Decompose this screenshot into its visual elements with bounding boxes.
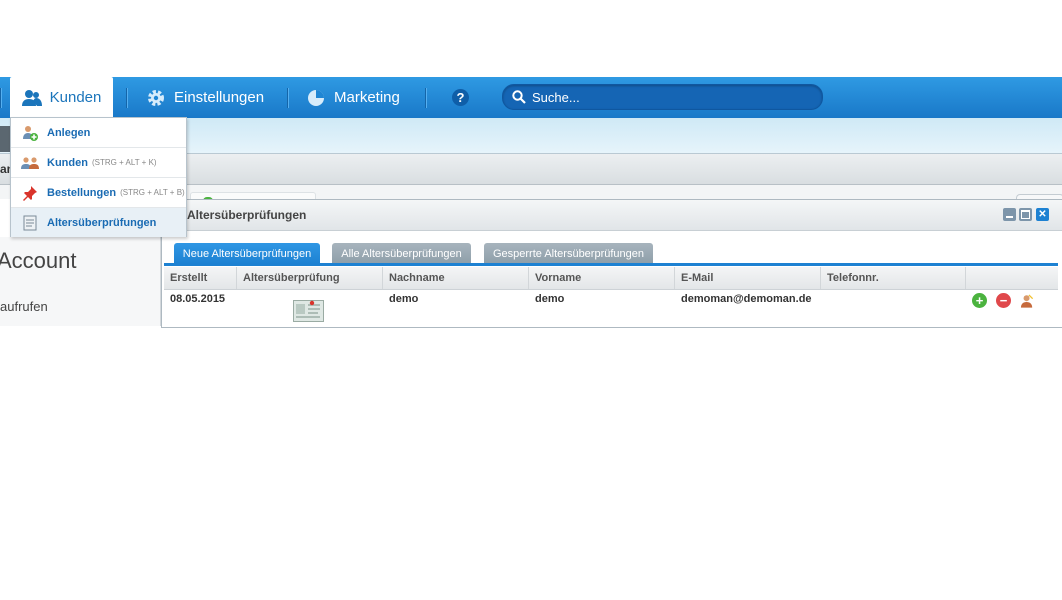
menu-item-label: Anlegen bbox=[47, 126, 91, 139]
customer-detail-button[interactable] bbox=[1020, 293, 1035, 308]
minimize-button[interactable] bbox=[1003, 208, 1016, 221]
menu-item-anlegen[interactable]: Anlegen bbox=[11, 118, 186, 148]
maximize-icon bbox=[1021, 210, 1030, 219]
nav-einstellungen-label: Einstellungen bbox=[174, 89, 265, 106]
close-icon: ✕ bbox=[1038, 209, 1047, 220]
tab-label: Neue Altersüberprüfungen bbox=[182, 247, 312, 260]
cell-nachname: demo bbox=[389, 293, 419, 305]
menu-item-shortcut: (STRG + ALT + K) bbox=[91, 158, 157, 167]
tab-alle-altersueberpruefungen[interactable]: Alle Altersüberprüfungen bbox=[332, 243, 471, 264]
nav-separator bbox=[126, 88, 128, 108]
menu-item-altersueberpruefungen[interactable]: Altersüberprüfungen bbox=[11, 208, 186, 237]
left-edge-block bbox=[0, 126, 10, 152]
document-icon bbox=[21, 214, 39, 232]
id-card-thumbnail[interactable] bbox=[293, 300, 324, 322]
menu-item-bestellungen[interactable]: Bestellungen (STRG + ALT + B) bbox=[11, 178, 186, 208]
window-title: Altersüberprüfungen bbox=[187, 208, 307, 222]
minus-icon: − bbox=[999, 293, 1008, 308]
tab-gesperrte-altersueberpruefungen[interactable]: Gesperrte Altersüberprüfungen bbox=[484, 243, 653, 264]
kunden-dropdown-menu: Anlegen Kunden (STRG + ALT + K) Bestellu… bbox=[10, 117, 187, 237]
menu-item-label: Altersüberprüfungen bbox=[47, 216, 157, 229]
nav-separator bbox=[425, 88, 427, 108]
table-header: Erstellt Altersüberprüfung Nachname Vorn… bbox=[164, 267, 1058, 290]
column-header-nachname[interactable]: Nachname bbox=[383, 267, 529, 289]
nav-kunden-label: Kunden bbox=[49, 89, 102, 106]
customers-icon bbox=[21, 154, 39, 172]
close-button[interactable]: ✕ bbox=[1036, 208, 1049, 221]
search-icon bbox=[512, 90, 526, 104]
column-header-email[interactable]: E-Mail bbox=[675, 267, 821, 289]
cell-email: demoman@demoman.de bbox=[681, 293, 812, 305]
aufrufen-link[interactable]: aufrufen bbox=[0, 299, 48, 314]
cell-vorname: demo bbox=[535, 293, 565, 305]
tab-label: Alle Altersüberprüfungen bbox=[341, 247, 462, 260]
nav-separator bbox=[0, 88, 2, 108]
question-icon: ? bbox=[452, 89, 469, 106]
window-title-bar[interactable]: Altersüberprüfungen ✕ bbox=[162, 200, 1062, 231]
add-customer-icon bbox=[21, 124, 39, 142]
menu-item-label: Bestellungen bbox=[47, 186, 117, 199]
altersueberpruefungen-window: Altersüberprüfungen ✕ Neue Altersüberprü… bbox=[161, 199, 1062, 328]
menu-item-kunden[interactable]: Kunden (STRG + ALT + K) bbox=[11, 148, 186, 178]
plus-icon: + bbox=[975, 293, 984, 308]
menu-item-shortcut: (STRG + ALT + B) bbox=[120, 188, 185, 197]
menu-item-label: Kunden bbox=[47, 156, 88, 169]
tab-label: Gesperrte Altersüberprüfungen bbox=[492, 247, 645, 260]
minimize-icon bbox=[1006, 216, 1013, 218]
column-header-erstellt[interactable]: Erstellt bbox=[164, 267, 237, 289]
tab-underline bbox=[164, 263, 1058, 266]
nav-kunden[interactable]: Kunden bbox=[10, 77, 113, 118]
column-header-altersueberpruefung[interactable]: Altersüberprüfung bbox=[237, 267, 383, 289]
nav-marketing-label: Marketing bbox=[334, 89, 400, 106]
tab-neue-altersueberpruefungen[interactable]: Neue Altersüberprüfungen bbox=[174, 243, 320, 264]
search-input[interactable] bbox=[530, 88, 804, 106]
nav-einstellungen[interactable]: Einstellungen bbox=[146, 77, 264, 118]
nav-marketing[interactable]: Marketing bbox=[306, 77, 400, 118]
gear-icon bbox=[146, 88, 166, 108]
nav-separator bbox=[287, 88, 289, 108]
maximize-button[interactable] bbox=[1019, 208, 1032, 221]
account-heading: Account bbox=[0, 248, 77, 273]
approve-button[interactable]: + bbox=[972, 293, 987, 308]
column-header-actions bbox=[966, 267, 1058, 289]
cell-erstellt: 08.05.2015 bbox=[170, 293, 226, 305]
help-button[interactable]: ? bbox=[452, 77, 469, 118]
reject-button[interactable]: − bbox=[996, 293, 1011, 308]
pie-chart-icon bbox=[306, 88, 326, 108]
pin-icon bbox=[21, 184, 39, 202]
column-header-telefonnr[interactable]: Telefonnr. bbox=[821, 267, 966, 289]
column-header-vorname[interactable]: Vorname bbox=[529, 267, 675, 289]
search-box[interactable] bbox=[502, 84, 823, 110]
customers-icon bbox=[21, 88, 42, 108]
customer-icon bbox=[1020, 293, 1034, 308]
